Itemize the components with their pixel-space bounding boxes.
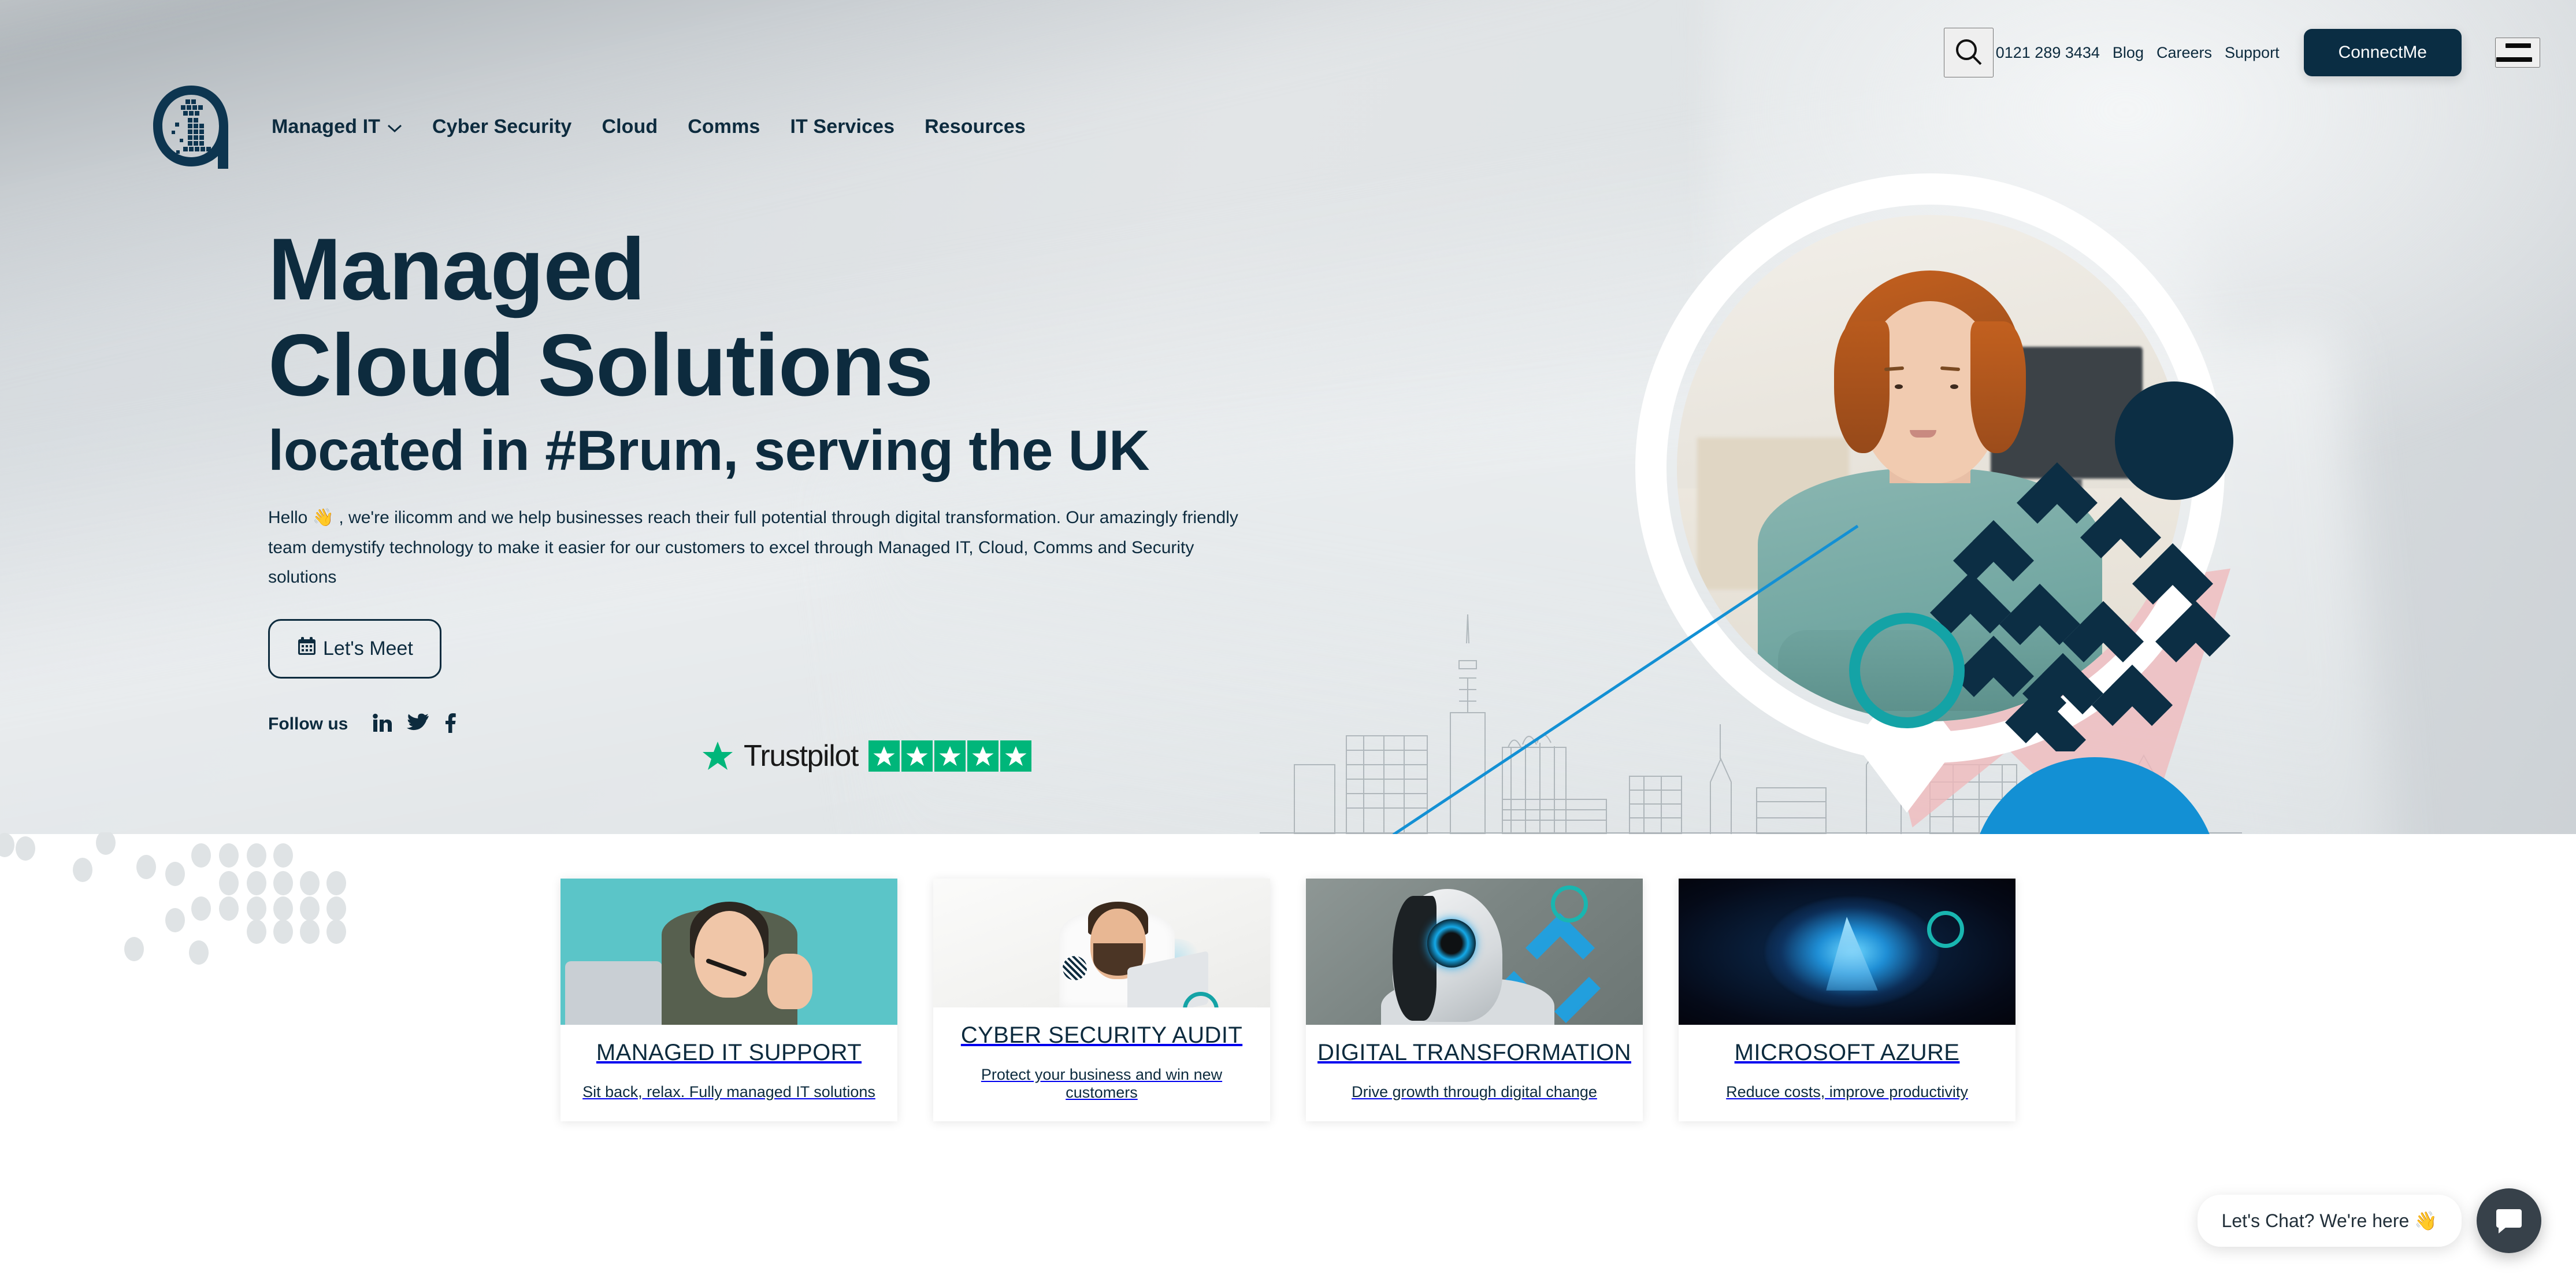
- calendar-icon: [296, 636, 317, 662]
- service-card-row: MANAGED IT SUPPORT Sit back, relax. Full…: [0, 879, 2576, 1121]
- card-body: CYBER SECURITY AUDIT Protect your busine…: [933, 1007, 1270, 1121]
- nav-item-cloud[interactable]: Cloud: [602, 116, 658, 138]
- hero-graphic: [1393, 144, 2300, 834]
- card-title: DIGITAL TRANSFORMATION: [1317, 1040, 1631, 1065]
- link-blog[interactable]: Blog: [2113, 44, 2144, 62]
- card-title: CYBER SECURITY AUDIT: [960, 1022, 1243, 1048]
- star-icon: [934, 740, 966, 772]
- card-image: [1679, 879, 2015, 1025]
- page-title: Managed Cloud Solutions located in #Brum…: [268, 225, 1285, 479]
- card-subtitle: Drive growth through digital change: [1352, 1083, 1597, 1101]
- chat-widget: Let's Chat? We're here 👋: [2197, 1188, 2541, 1253]
- card-image: [933, 879, 1270, 1007]
- chat-launcher-button[interactable]: [2477, 1188, 2541, 1253]
- lets-meet-button[interactable]: Let's Meet: [268, 618, 441, 679]
- card-image: [1306, 879, 1643, 1025]
- trustpilot-widget[interactable]: Trustpilot: [702, 739, 1031, 773]
- nav-item-resources[interactable]: Resources: [925, 116, 1026, 138]
- card-image: [561, 879, 897, 1025]
- chat-prompt-message[interactable]: Let's Chat? We're here 👋: [2197, 1195, 2462, 1247]
- trustpilot-wordmark: Trustpilot: [744, 739, 859, 773]
- connectme-button[interactable]: ConnectMe: [2303, 29, 2462, 76]
- follow-us-row: Follow us: [268, 713, 1285, 736]
- lets-meet-label: Let's Meet: [323, 637, 413, 659]
- link-support[interactable]: Support: [2225, 44, 2280, 62]
- nav-label: Comms: [688, 116, 760, 138]
- card-body: MANAGED IT SUPPORT Sit back, relax. Full…: [561, 1025, 897, 1121]
- linkedin-icon[interactable]: [372, 713, 392, 736]
- chevron-down-icon: [387, 116, 402, 138]
- card-body: MICROSOFT AZURE Reduce costs, improve pr…: [1679, 1025, 2015, 1121]
- nav-label: Resources: [925, 116, 1026, 138]
- trustpilot-rating-stars: [868, 740, 1031, 772]
- search-icon: [1955, 39, 1982, 65]
- headline-line-2: Cloud Solutions: [268, 316, 933, 414]
- nav-item-it-services[interactable]: IT Services: [790, 116, 894, 138]
- hero-intro-paragraph: Hello 👋 , we're ilicomm and we help busi…: [268, 508, 1238, 587]
- site-logo[interactable]: [147, 82, 235, 172]
- card-subtitle: Protect your business and win new custom…: [981, 1066, 1223, 1101]
- headline-line-1: Managed: [268, 220, 645, 318]
- blue-dome-shape: [1970, 757, 2219, 834]
- twitter-icon[interactable]: [407, 713, 429, 736]
- star-icon: [1000, 740, 1031, 772]
- utility-links: 0121 289 3434 Blog Careers Support: [1996, 44, 2280, 62]
- link-careers[interactable]: Careers: [2156, 44, 2212, 62]
- star-icon: [967, 740, 999, 772]
- card-title: MICROSOFT AZURE: [1734, 1040, 1960, 1065]
- nav-item-managed-it[interactable]: Managed IT: [272, 116, 402, 138]
- card-managed-it-support[interactable]: MANAGED IT SUPPORT Sit back, relax. Full…: [561, 879, 897, 1121]
- headline-line-3: located in #Brum, serving the UK: [268, 418, 1150, 482]
- facebook-icon[interactable]: [444, 713, 456, 736]
- hamburger-menu-icon[interactable]: [2495, 38, 2540, 68]
- card-title: MANAGED IT SUPPORT: [596, 1040, 862, 1065]
- ilicomm-logo-icon: [153, 86, 228, 169]
- nav-item-comms[interactable]: Comms: [688, 116, 760, 138]
- nav-label: IT Services: [790, 116, 895, 138]
- blue-connector-line: [1393, 524, 1859, 834]
- search-button[interactable]: [1943, 28, 1994, 77]
- phone-link[interactable]: 0121 289 3434: [1996, 44, 2100, 62]
- hero-copy: Managed Cloud Solutions located in #Brum…: [268, 225, 1285, 736]
- star-icon: [868, 740, 900, 772]
- nav-label: Managed IT: [272, 116, 381, 138]
- primary-navigation[interactable]: Managed IT Cyber Security Cloud Comms IT…: [272, 116, 1026, 138]
- trustpilot-star-icon: [703, 742, 733, 770]
- navy-circle-shape: [2115, 381, 2233, 500]
- utility-bar: 0121 289 3434 Blog Careers Support Conne…: [1943, 28, 2576, 77]
- site-header: Managed IT Cyber Security Cloud Comms IT…: [0, 0, 2576, 185]
- card-cyber-security-audit[interactable]: CYBER SECURITY AUDIT Protect your busine…: [933, 879, 1270, 1121]
- star-icon: [901, 740, 933, 772]
- card-digital-transformation[interactable]: DIGITAL TRANSFORMATION Drive growth thro…: [1306, 879, 1643, 1121]
- teal-ring-shape: [1849, 613, 1965, 728]
- card-microsoft-azure[interactable]: MICROSOFT AZURE Reduce costs, improve pr…: [1679, 879, 2015, 1121]
- card-subtitle: Reduce costs, improve productivity: [1726, 1083, 1968, 1101]
- chat-bubble-icon: [2496, 1209, 2522, 1233]
- card-body: DIGITAL TRANSFORMATION Drive growth thro…: [1306, 1025, 1643, 1121]
- follow-us-label: Follow us: [268, 714, 348, 734]
- card-subtitle: Sit back, relax. Fully managed IT soluti…: [582, 1083, 875, 1101]
- social-links: [372, 713, 456, 736]
- nav-label: Cloud: [602, 116, 658, 138]
- nav-label: Cyber Security: [432, 116, 572, 138]
- nav-item-cyber-security[interactable]: Cyber Security: [432, 116, 571, 138]
